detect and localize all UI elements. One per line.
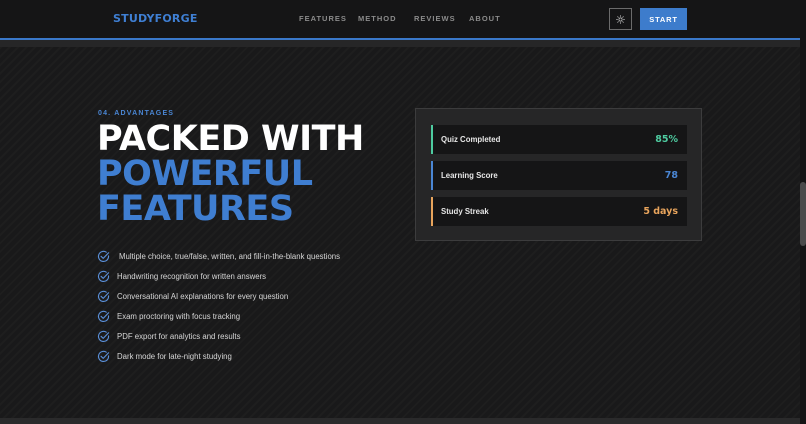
feature-text: PDF export for analytics and results: [117, 331, 241, 341]
stat-accent-bar: [431, 161, 433, 190]
feature-item: Multiple choice, true/false, written, an…: [97, 246, 340, 266]
feature-item: Exam proctoring with focus tracking: [97, 306, 340, 326]
feature-item: Dark mode for late-night studying: [97, 346, 340, 366]
stat-row-study-streak: Study Streak 5 days: [431, 197, 687, 226]
stats-card: Quiz Completed 85% Learning Score 78 Stu…: [415, 108, 702, 241]
stat-value: 85%: [655, 134, 678, 145]
feature-text: Exam proctoring with focus tracking: [117, 311, 241, 321]
stat-label: Study Streak: [441, 207, 489, 216]
stat-accent-bar: [431, 197, 433, 226]
title-line-3: FEATURES: [97, 189, 294, 229]
feature-list: Multiple choice, true/false, written, an…: [97, 246, 340, 366]
stat-label: Quiz Completed: [441, 135, 501, 144]
feature-item: Handwriting recognition for written answ…: [97, 266, 340, 286]
feature-item: Conversational AI explanations for every…: [97, 286, 340, 306]
nav-link-about[interactable]: ABOUT: [469, 14, 501, 23]
stat-row-learning-score: Learning Score 78: [431, 161, 687, 190]
stat-value: 5 days: [643, 206, 678, 217]
theme-toggle-button[interactable]: [609, 8, 632, 30]
stat-accent-bar: [431, 125, 433, 154]
check-circle-icon: [97, 290, 110, 302]
check-circle-icon: [97, 250, 110, 262]
check-circle-icon: [97, 270, 110, 282]
sun-icon: [616, 14, 625, 24]
feature-text: Conversational AI explanations for every…: [117, 291, 289, 301]
feature-text: Handwriting recognition for written answ…: [117, 271, 267, 281]
stat-value: 78: [664, 170, 678, 181]
stat-label: Learning Score: [441, 171, 498, 180]
nav-link-method[interactable]: METHOD: [358, 14, 397, 23]
section-title: PACKED WITH POWERFUL FEATURES: [97, 122, 364, 227]
check-circle-icon: [97, 330, 110, 342]
top-nav: STUDYFORGE FEATURES METHOD REVIEWS ABOUT…: [0, 0, 800, 38]
feature-item: PDF export for analytics and results: [97, 326, 340, 346]
title-line-1: PACKED WITH: [97, 119, 364, 159]
feature-text: Multiple choice, true/false, written, an…: [119, 251, 341, 261]
feature-text: Dark mode for late-night studying: [117, 351, 232, 361]
nav-divider: [0, 40, 800, 47]
scrollbar-thumb[interactable]: [800, 182, 806, 246]
next-section-edge: [0, 418, 800, 424]
page: STUDYFORGE FEATURES METHOD REVIEWS ABOUT…: [0, 0, 806, 424]
check-circle-icon: [97, 310, 110, 322]
title-line-2: POWERFUL: [97, 154, 313, 194]
nav-link-reviews[interactable]: REVIEWS: [414, 14, 456, 23]
section-eyebrow: 04. ADVANTAGES: [98, 110, 175, 117]
check-circle-icon: [97, 350, 110, 362]
logo[interactable]: STUDYFORGE: [113, 12, 198, 25]
stat-row-quiz-completed: Quiz Completed 85%: [431, 125, 687, 154]
start-button[interactable]: START: [640, 8, 687, 30]
nav-link-features[interactable]: FEATURES: [299, 14, 347, 23]
